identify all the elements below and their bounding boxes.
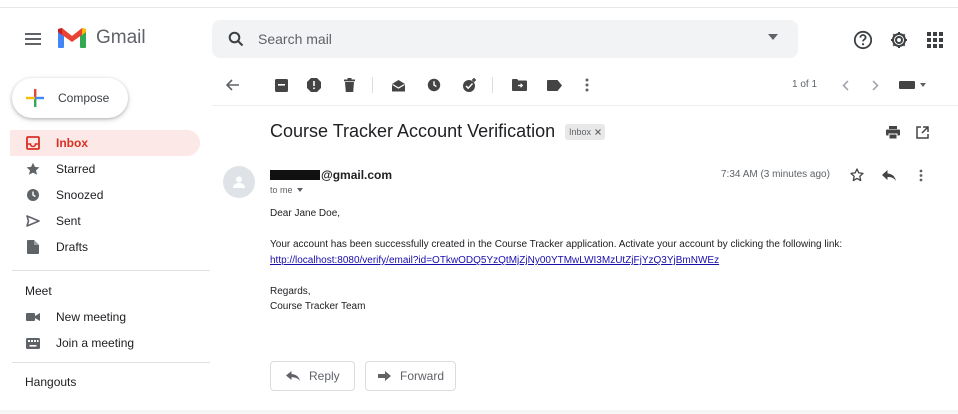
email-signature: Course Tracker Team [270, 301, 366, 312]
star-message-icon[interactable] [848, 166, 866, 184]
toolbar-separator [492, 77, 493, 93]
main-menu-icon[interactable] [22, 30, 44, 48]
delete-trash-icon[interactable] [340, 76, 358, 94]
verification-link[interactable]: http://localhost:8080/verify/email?id=OT… [270, 255, 719, 266]
move-to-folder-icon[interactable] [510, 76, 528, 94]
toolbar-divider [212, 105, 958, 106]
recipient-details[interactable]: to me [270, 185, 303, 195]
sidebar-item-new-meeting[interactable]: New meeting [10, 304, 200, 330]
star-icon [24, 162, 42, 176]
search-icon[interactable] [228, 31, 244, 47]
search-input[interactable]: Search mail [258, 31, 332, 47]
sidebar-item-label: Join a meeting [56, 336, 135, 350]
snooze-clock-icon[interactable] [425, 76, 443, 94]
sidebar-item-join-meeting[interactable]: Join a meeting [10, 330, 200, 356]
redacted-username [270, 170, 320, 180]
label-chip-text: Inbox [569, 127, 592, 137]
help-icon[interactable] [852, 29, 874, 51]
window-top-edge [0, 0, 958, 8]
recipient-caret-icon [296, 188, 303, 192]
sidebar-item-inbox[interactable]: Inbox [10, 130, 200, 156]
search-options-icon[interactable] [768, 34, 778, 40]
plus-icon [26, 89, 44, 107]
add-to-tasks-icon[interactable] [460, 76, 478, 94]
window-bottom-edge [0, 410, 958, 414]
reply-button[interactable]: Reply [270, 361, 355, 391]
sender-domain: @gmail.com [321, 168, 393, 182]
send-icon [24, 214, 42, 228]
reply-arrow-icon[interactable] [880, 166, 898, 184]
inbox-icon [24, 136, 42, 150]
meet-heading: Meet [25, 284, 52, 298]
forward-button[interactable]: Forward [365, 361, 456, 391]
older-chevron-right-icon[interactable] [866, 76, 884, 94]
search-bar[interactable]: Search mail [212, 20, 798, 58]
sidebar-item-label: Starred [56, 162, 96, 176]
sidebar-item-label: Drafts [56, 240, 89, 254]
more-options-icon[interactable] [578, 76, 596, 94]
print-icon[interactable] [884, 123, 902, 141]
gmail-m-icon [58, 28, 86, 48]
email-closing: Regards, [270, 286, 311, 297]
sidebar-item-starred[interactable]: Starred [10, 156, 200, 182]
email-greeting: Dear Jane Doe, [270, 208, 341, 219]
inbox-label-chip[interactable]: Inbox [565, 124, 606, 140]
report-spam-icon[interactable] [305, 76, 323, 94]
sidebar-item-drafts[interactable]: Drafts [10, 234, 200, 260]
message-timestamp: 7:34 AM (3 minutes ago) [721, 169, 830, 180]
label-tag-icon[interactable] [545, 76, 563, 94]
reply-label: Reply [309, 369, 340, 383]
mark-unread-icon[interactable] [389, 76, 407, 94]
keyboard-icon [24, 337, 42, 349]
sidebar-divider [12, 362, 210, 363]
pagination-text: 1 of 1 [792, 79, 818, 90]
sidebar-item-label: New meeting [56, 310, 127, 324]
email-subject: Course Tracker Account Verification [270, 121, 556, 141]
apps-grid-icon[interactable] [924, 29, 946, 51]
draft-icon [24, 240, 42, 254]
compose-label: Compose [58, 91, 110, 105]
message-more-icon[interactable] [912, 166, 930, 184]
clock-icon [24, 188, 42, 202]
remove-label-icon[interactable] [595, 129, 601, 135]
sender-avatar[interactable] [223, 166, 255, 198]
forward-icon [378, 371, 391, 381]
app-name: Gmail [96, 27, 146, 48]
compose-button[interactable]: Compose [12, 78, 128, 118]
archive-icon[interactable] [272, 76, 290, 94]
email-body-text: Your account has been successfully creat… [270, 239, 843, 250]
newer-chevron-left-icon[interactable] [836, 76, 854, 94]
sidebar-divider [12, 270, 210, 271]
sidebar-item-snoozed[interactable]: Snoozed [10, 182, 200, 208]
open-new-window-icon[interactable] [913, 123, 931, 141]
person-icon [233, 176, 245, 188]
forward-label: Forward [400, 369, 445, 383]
settings-gear-icon[interactable] [888, 29, 910, 51]
recipient-text: to me [270, 185, 293, 195]
sidebar-item-label: Sent [56, 214, 81, 228]
sidebar-item-label: Inbox [56, 136, 88, 150]
gmail-logo[interactable]: Gmail [57, 27, 146, 49]
sidebar-item-sent[interactable]: Sent [10, 208, 200, 234]
back-arrow-icon[interactable] [224, 76, 242, 94]
sender-address[interactable]: @gmail.com [270, 168, 392, 182]
sidebar-item-label: Snoozed [56, 188, 104, 202]
video-icon [24, 312, 42, 322]
reply-icon [286, 371, 300, 381]
toolbar-separator [372, 77, 373, 93]
hangouts-heading: Hangouts [25, 375, 77, 389]
input-tools-keyboard-icon[interactable] [896, 76, 930, 94]
